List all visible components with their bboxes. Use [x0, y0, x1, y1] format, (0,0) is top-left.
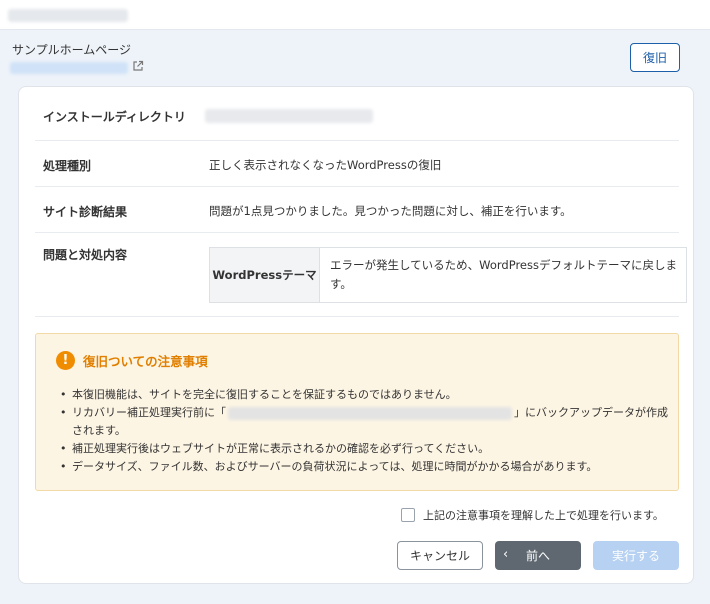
agree-checkbox[interactable]	[401, 508, 415, 522]
agree-label[interactable]: 上記の注意事項を理解した上で処理を行います。	[423, 507, 664, 523]
notice-item: 補正処理実行後はウェブサイトが正常に表示されるかの確認を必ず行ってください。	[60, 440, 670, 458]
prev-button[interactable]: ‹ 前へ	[495, 541, 581, 570]
notice-item: データサイズ、ファイル数、およびサーバーの負荷状況によっては、処理に時間がかかる…	[60, 458, 670, 476]
diagnosis-label: サイト診断結果	[43, 205, 128, 219]
site-url-link[interactable]	[10, 62, 128, 74]
recovery-card: インストールディレクトリ 処理種別 正しく表示されなくなったWordPressの…	[18, 86, 694, 584]
blurred-path	[228, 406, 512, 420]
install-dir-label: インストールディレクトリ	[43, 110, 186, 124]
chevron-left-icon: ‹	[503, 547, 509, 562]
issue-name: WordPressテーマ	[210, 248, 320, 302]
install-dir-value	[205, 109, 373, 123]
notice-item-pre: リカバリー補正処理実行前に「	[72, 406, 226, 419]
site-name: サンプルホームページ	[12, 43, 132, 57]
blurred-breadcrumb	[8, 9, 128, 22]
agree-row[interactable]: 上記の注意事項を理解した上で処理を行います。	[401, 507, 664, 523]
cancel-button[interactable]: キャンセル	[397, 541, 483, 570]
restore-button[interactable]: 復旧	[630, 43, 680, 72]
notice-title: 復旧ついての注意事項	[83, 354, 208, 369]
notice-list: 本復旧機能は、サイトを完全に復旧することを保証するものではありません。 リカバリ…	[60, 386, 670, 476]
issues-label: 問題と対処内容	[43, 248, 128, 262]
diagnosis-row: サイト診断結果 問題が1点見つかりました。見つかった問題に対し、補正を行います。	[35, 187, 679, 233]
external-link-icon[interactable]	[132, 60, 144, 72]
issue-table: WordPressテーマ エラーが発生しているため、WordPressデフォルト…	[209, 247, 687, 303]
top-bar	[0, 0, 710, 30]
issues-row: 問題と対処内容 WordPressテーマ エラーが発生しているため、WordPr…	[35, 233, 687, 317]
notice-item: リカバリー補正処理実行前に「」にバックアップデータが作成されます。	[60, 404, 670, 440]
notice-item: 本復旧機能は、サイトを完全に復旧することを保証するものではありません。	[60, 386, 670, 404]
issue-description: エラーが発生しているため、WordPressデフォルトテーマに戻します。	[330, 258, 677, 291]
notice-header: ! 復旧ついての注意事項	[56, 351, 208, 370]
run-button[interactable]: 実行する	[593, 541, 679, 570]
install-dir-row: インストールディレクトリ	[35, 87, 679, 141]
warning-icon: !	[56, 351, 75, 370]
process-type-value: 正しく表示されなくなったWordPressの復旧	[209, 158, 442, 172]
prev-label: 前へ	[525, 549, 550, 563]
diagnosis-value: 問題が1点見つかりました。見つかった問題に対し、補正を行います。	[209, 204, 572, 218]
notice-box: ! 復旧ついての注意事項 本復旧機能は、サイトを完全に復旧することを保証するもの…	[35, 333, 679, 491]
process-type-label: 処理種別	[43, 159, 92, 173]
process-type-row: 処理種別 正しく表示されなくなったWordPressの復旧	[35, 141, 679, 187]
